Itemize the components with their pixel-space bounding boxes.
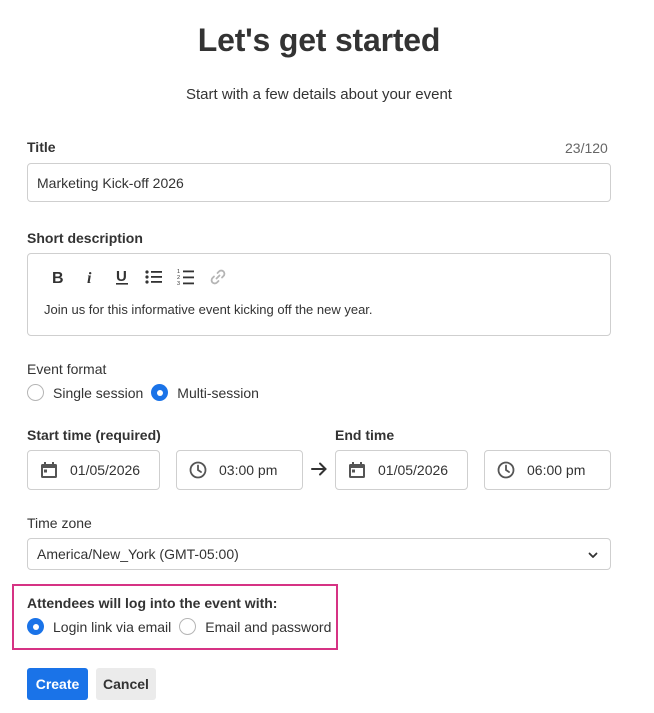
clock-icon: [189, 461, 207, 479]
radio-multi-session-circle[interactable]: [151, 384, 169, 401]
radio-email-password[interactable]: Email and password: [179, 618, 331, 635]
end-time-label: End time: [335, 427, 395, 443]
numbered-list-icon[interactable]: 1 2 3: [170, 266, 202, 288]
bold-icon[interactable]: B: [42, 266, 74, 288]
clock-icon: [497, 461, 515, 479]
bulleted-list-icon[interactable]: [138, 266, 170, 288]
radio-single-session-circle[interactable]: [27, 384, 44, 401]
radio-login-link-label: Login link via email: [53, 618, 172, 635]
page-subtitle: Start with a few details about your even…: [186, 86, 452, 103]
title-label: Title: [27, 139, 56, 155]
radio-login-link[interactable]: Login link via email: [27, 618, 171, 635]
cancel-button[interactable]: Cancel: [96, 668, 156, 700]
title-input-value: Marketing Kick-off 2026: [37, 174, 184, 191]
svg-text:U: U: [116, 268, 127, 285]
time-zone-select[interactable]: America/New_York (GMT-05:00): [27, 538, 611, 570]
login-method-label: Attendees will log into the event with:: [27, 595, 278, 611]
arrow-right-icon: [310, 459, 328, 484]
radio-multi-session[interactable]: Multi-session: [151, 384, 259, 401]
svg-text:B: B: [52, 270, 64, 284]
calendar-icon: [348, 461, 366, 479]
svg-text:3: 3: [177, 281, 180, 286]
start-time-label: Start time (required): [27, 427, 161, 443]
calendar-icon: [40, 461, 58, 479]
end-time-input[interactable]: 06:00 pm: [484, 450, 611, 490]
radio-single-session[interactable]: Single session: [27, 384, 143, 401]
login-method-radio-group: Login link via email Email and password: [27, 618, 339, 635]
start-date-value: 01/05/2026: [70, 462, 141, 478]
title-char-counter: 23/120: [565, 140, 608, 156]
login-method-highlight: [12, 584, 338, 650]
time-zone-value: America/New_York (GMT-05:00): [37, 546, 239, 562]
svg-text:i: i: [87, 270, 92, 284]
start-date-input[interactable]: 01/05/2026: [27, 450, 160, 490]
underline-icon[interactable]: U: [106, 266, 138, 288]
radio-email-password-circle[interactable]: [179, 618, 197, 635]
radio-login-link-circle[interactable]: [27, 618, 44, 635]
start-time-input[interactable]: 03:00 pm: [176, 450, 303, 490]
end-date-input[interactable]: 01/05/2026: [335, 450, 468, 490]
event-format-radio-group: Single session Multi-session: [27, 384, 267, 401]
radio-email-password-label: Email and password: [205, 618, 332, 635]
short-description-label: Short description: [27, 230, 143, 246]
italic-icon[interactable]: i: [74, 266, 106, 288]
page-title: Let's get started: [197, 22, 441, 58]
radio-multi-session-label: Multi-session: [177, 384, 259, 401]
link-icon[interactable]: [202, 266, 234, 288]
time-zone-label: Time zone: [27, 515, 92, 531]
title-input[interactable]: Marketing Kick-off 2026: [27, 163, 611, 202]
short-description-text: Join us for this informative event kicki…: [44, 302, 373, 317]
create-button[interactable]: Create: [27, 668, 88, 700]
radio-single-session-label: Single session: [53, 384, 144, 401]
end-date-value: 01/05/2026: [378, 462, 449, 478]
event-format-label: Event format: [27, 361, 107, 377]
start-time-value: 03:00 pm: [219, 462, 278, 478]
rich-text-toolbar: B i U 1 2 3: [42, 266, 234, 288]
end-time-value: 06:00 pm: [527, 462, 586, 478]
short-description-editor[interactable]: B i U 1 2 3 Join us for this informative…: [27, 253, 611, 336]
chevron-down-icon: [588, 546, 598, 562]
